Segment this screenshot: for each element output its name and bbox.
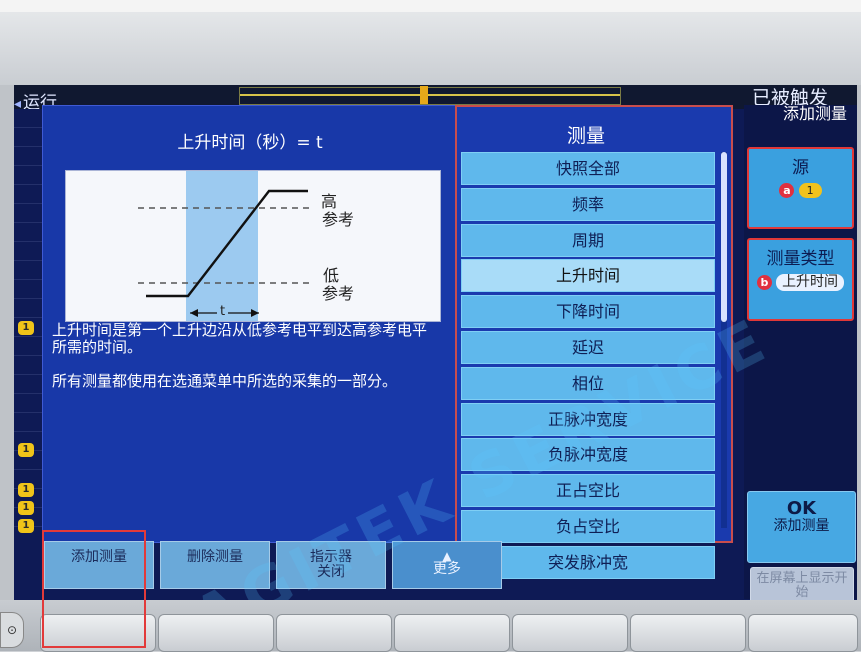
measurement-type-button[interactable]: 测量类型 b 上升时间 xyxy=(747,238,854,321)
t-label: t xyxy=(217,303,229,321)
menu-item-3[interactable]: 上升时间 xyxy=(461,259,715,293)
bezel-right xyxy=(857,85,861,615)
measurement-type-value: 上升时间 xyxy=(776,274,845,291)
menu-title: 测量 xyxy=(566,125,605,147)
rise-window-shade xyxy=(186,171,258,321)
ok-add-measurement-button[interactable]: OK 添加测量 xyxy=(747,491,856,563)
menu-item-4[interactable]: 下降时间 xyxy=(461,295,715,329)
rise-time-diagram: 高 参考 低 参考 t xyxy=(65,170,441,322)
source-channel-value: 1 xyxy=(798,183,822,198)
menu-item-10[interactable]: 负占空比 xyxy=(461,509,715,543)
bezel-left xyxy=(0,85,14,615)
source-value-row: a 1 xyxy=(749,183,852,198)
info-description: 上升时间是第一个上升边沿从低参考电平到达高参考电平所需的时间。 xyxy=(52,321,428,356)
channel-1-marker: 1 xyxy=(18,443,34,457)
bezel-softkey-3[interactable] xyxy=(276,614,392,652)
bezel-softkey-7[interactable] xyxy=(748,614,858,652)
source-badge: a xyxy=(779,183,795,198)
side-menu-header: 添加测量 xyxy=(782,104,847,123)
info-note: 所有测量都使用在选通菜单中所选的采集的一部分。 xyxy=(52,372,398,390)
trigger-position-marker xyxy=(420,86,428,104)
source-button[interactable]: 源 a 1 xyxy=(747,147,854,229)
menu-scroll-thumb[interactable] xyxy=(721,152,727,322)
graticule-edge: 1 1 1 1 1 xyxy=(14,109,44,533)
rise-time-diagram-graphic xyxy=(138,171,311,321)
more-label: 更多 xyxy=(433,561,461,577)
menu-item-1[interactable]: 频率 xyxy=(461,187,715,221)
menu-item-2[interactable]: 周期 xyxy=(461,223,715,257)
low-ref-label: 参考 xyxy=(322,284,355,303)
channel-1-marker: 1 xyxy=(18,483,34,497)
type-badge: b xyxy=(756,275,772,290)
bezel-softkey-6[interactable] xyxy=(630,614,746,652)
high-ref-label: 参考 xyxy=(322,210,355,229)
high-label: 高 xyxy=(321,192,338,211)
multipurpose-knob[interactable]: ⊙ xyxy=(0,612,24,648)
timeline-bar xyxy=(240,94,620,96)
annotation-highlight xyxy=(42,530,146,648)
ok-sub-label: 添加测量 xyxy=(773,518,830,534)
info-title: 上升时间（秒）= t xyxy=(177,133,323,153)
bezel-softkey-2[interactable] xyxy=(158,614,274,652)
low-label: 低 xyxy=(323,266,340,285)
bezel-softkey-5[interactable] xyxy=(512,614,628,652)
channel-1-marker: 1 xyxy=(18,501,34,515)
record-timeline xyxy=(239,86,621,105)
ok-label: OK xyxy=(786,498,817,519)
channel-1-marker: 1 xyxy=(18,519,34,533)
oscilloscope-screen: ◂ 运行 已被触发 1 1 1 1 1 上升时间（秒）= t 高 参考 低 参考… xyxy=(14,85,857,600)
bezel-softkey-4[interactable] xyxy=(394,614,510,652)
menu-item-0[interactable]: 快照全部 xyxy=(461,152,715,185)
instrument-bezel-top xyxy=(0,0,861,85)
measurement-type-value-row: b 上升时间 xyxy=(749,274,852,291)
bezel-strip xyxy=(0,0,861,12)
show-on-screen-button: 在屏幕上显示开始 xyxy=(750,567,854,600)
channel-1-marker: 1 xyxy=(18,321,34,335)
measurement-type-label: 测量类型 xyxy=(766,249,835,269)
source-label: 源 xyxy=(792,158,809,178)
